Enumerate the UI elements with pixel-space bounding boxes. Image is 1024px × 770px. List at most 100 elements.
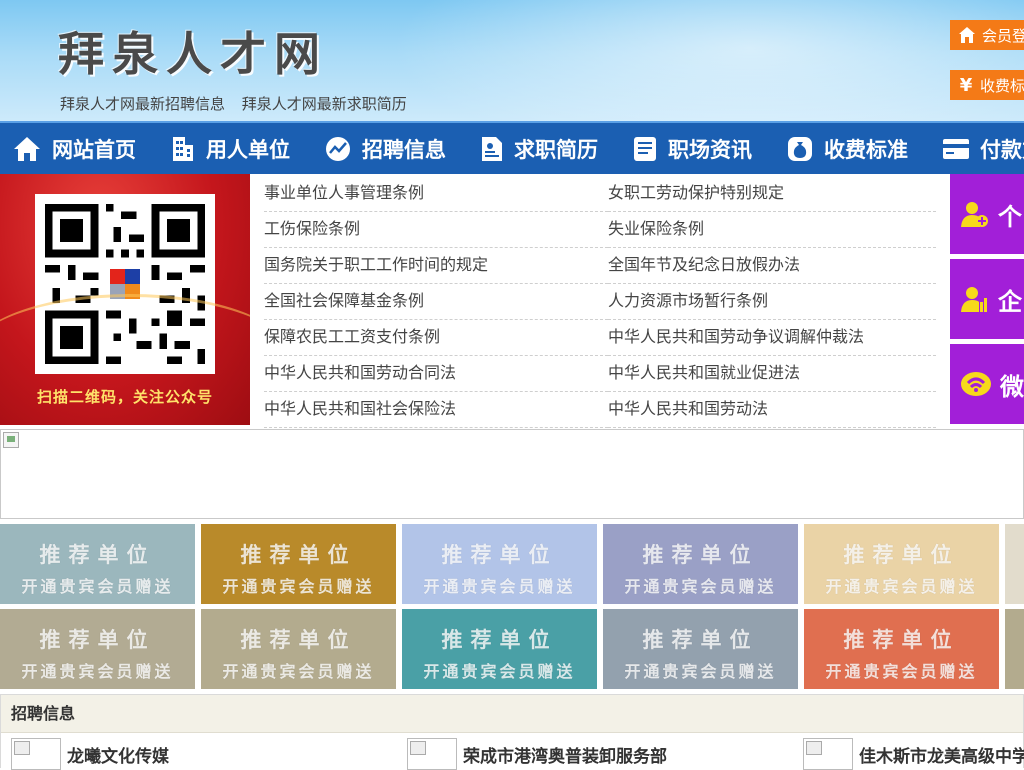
company-name: 龙曦文化传媒 xyxy=(67,746,169,767)
tile-title: 推荐单位 xyxy=(441,543,558,567)
nav-label: 网站首页 xyxy=(52,137,136,162)
home-icon xyxy=(958,26,976,44)
jobs-heading: 招聘信息 xyxy=(1,695,1023,733)
recommended-unit-tile[interactable]: 推荐单位开通贵宾会员赠送 xyxy=(603,524,798,604)
ad-banner[interactable] xyxy=(0,429,1024,519)
company-name: 佳木斯市龙美高级中学 xyxy=(859,746,1024,767)
company-name: 荣成市港湾奥普装卸服务部 xyxy=(463,746,667,767)
law-link[interactable]: 中华人民共和国劳动法 xyxy=(608,392,936,428)
recommended-unit-tile[interactable]: 推荐单位开通贵宾会员赠送 xyxy=(1005,524,1024,604)
recommended-unit-tile[interactable]: 推荐单位开通贵宾会员赠送 xyxy=(603,609,798,689)
law-link[interactable]: 中华人民共和国就业促进法 xyxy=(608,356,936,392)
law-list: 事业单位人事管理条例 女职工劳动保护特别规定 工伤保险条例 失业保险条例 国务院… xyxy=(264,176,936,428)
wechat-icon xyxy=(961,372,991,396)
side-button-label: 企 xyxy=(998,287,1022,316)
nav-label: 招聘信息 xyxy=(362,137,446,162)
company-logo xyxy=(803,738,853,770)
tile-title: 推荐单位 xyxy=(642,543,759,567)
qr-caption: 扫描二维码，关注公众号 xyxy=(36,388,213,406)
tile-title: 推荐单位 xyxy=(1005,539,1024,569)
tile-subtitle: 开通贵宾会员赠送 xyxy=(423,577,576,596)
personal-member-button[interactable]: 个 xyxy=(950,174,1024,254)
tile-subtitle: 开通贵宾会员赠送 xyxy=(1005,573,1024,597)
job-item[interactable]: 佳木斯市龙美高级中学 xyxy=(803,738,1024,770)
side-button-label: 微 xyxy=(1000,372,1024,401)
law-link[interactable]: 中华人民共和国劳动合同法 xyxy=(264,356,608,392)
member-login-button[interactable]: 会员登录 xyxy=(950,20,1024,50)
law-link[interactable]: 中华人民共和国社会保险法 xyxy=(264,392,608,428)
person-add-icon xyxy=(961,202,988,227)
law-link[interactable]: 国务院关于职工工作时间的规定 xyxy=(264,248,608,284)
nav-label: 用人单位 xyxy=(206,137,290,162)
recommended-unit-tile[interactable]: 推荐单位开通贵宾会员赠送 xyxy=(804,524,999,604)
nav-item-employers[interactable]: 用人单位 xyxy=(158,123,306,174)
recommended-unit-tile[interactable]: 推荐单位开通贵宾会员赠送 xyxy=(201,609,396,689)
site-header: 拜泉人才网 拜泉人才网最新招聘信息 拜泉人才网最新求职简历 会员登录 ¥ 收费标… xyxy=(0,0,1024,121)
tile-subtitle: 开通贵宾会员赠送 xyxy=(21,662,174,681)
nav-label: 收费标准 xyxy=(824,137,908,162)
tile-title: 推荐单位 xyxy=(843,543,960,567)
enterprise-icon xyxy=(961,287,987,312)
law-link[interactable]: 中华人民共和国劳动争议调解仲裁法 xyxy=(608,320,936,356)
recommended-unit-tile[interactable]: 推荐单位开通贵宾会员赠送 xyxy=(201,524,396,604)
law-link[interactable]: 女职工劳动保护特别规定 xyxy=(608,176,936,212)
tile-title: 推荐单位 xyxy=(843,628,960,652)
qr-panel: 扫描二维码，关注公众号 xyxy=(0,174,250,425)
nav-item-fees[interactable]: 收费标准 xyxy=(774,123,924,174)
tile-subtitle: 开通贵宾会员赠送 xyxy=(222,662,375,681)
enterprise-member-button[interactable]: 企 xyxy=(950,259,1024,339)
member-login-label: 会员登录 xyxy=(982,26,1024,45)
tile-title: 推荐单位 xyxy=(1005,624,1024,654)
main-band: 扫描二维码，关注公众号 事业单位人事管理条例 女职工劳动保护特别规定 工伤保险条… xyxy=(0,174,1024,430)
recommended-unit-tile[interactable]: 推荐单位开通贵宾会员赠送 xyxy=(1005,609,1024,689)
tile-title: 推荐单位 xyxy=(642,628,759,652)
tile-subtitle: 开通贵宾会员赠送 xyxy=(825,577,978,596)
recommended-unit-tile[interactable]: 推荐单位开通贵宾会员赠送 xyxy=(0,609,195,689)
law-link[interactable]: 全国社会保障基金条例 xyxy=(264,284,608,320)
money-bag-icon xyxy=(788,136,812,161)
nav-item-home[interactable]: 网站首页 xyxy=(0,123,152,174)
tile-title: 推荐单位 xyxy=(39,628,156,652)
nav-item-resumes[interactable]: 求职简历 xyxy=(468,123,614,174)
tile-subtitle: 开通贵宾会员赠送 xyxy=(21,577,174,596)
nav-label: 付款方式 xyxy=(980,137,1024,162)
law-link[interactable]: 保障农民工工资支付条例 xyxy=(264,320,608,356)
tile-title: 推荐单位 xyxy=(240,543,357,567)
tile-subtitle: 开通贵宾会员赠送 xyxy=(624,577,777,596)
resume-icon xyxy=(482,136,502,161)
latest-resumes-link[interactable]: 拜泉人才网最新求职简历 xyxy=(242,95,407,113)
law-link[interactable]: 事业单位人事管理条例 xyxy=(264,176,608,212)
qr-code xyxy=(35,194,215,374)
fee-standard-button[interactable]: ¥ 收费标准 xyxy=(950,70,1024,100)
broken-image-icon xyxy=(3,432,19,448)
tile-title: 推荐单位 xyxy=(39,543,156,567)
law-link[interactable]: 失业保险条例 xyxy=(608,212,936,248)
law-link[interactable]: 全国年节及纪念日放假办法 xyxy=(608,248,936,284)
news-icon xyxy=(634,136,656,161)
tile-subtitle: 开通贵宾会员赠送 xyxy=(222,577,375,596)
law-link[interactable]: 人力资源市场暂行条例 xyxy=(608,284,936,320)
wechat-button[interactable]: 微 xyxy=(950,344,1024,424)
recommended-unit-tile[interactable]: 推荐单位开通贵宾会员赠送 xyxy=(804,609,999,689)
latest-jobs-link[interactable]: 拜泉人才网最新招聘信息 xyxy=(60,95,225,113)
yuan-icon: ¥ xyxy=(959,74,973,96)
tile-subtitle: 开通贵宾会员赠送 xyxy=(423,662,576,681)
nav-label: 求职简历 xyxy=(514,137,598,162)
recommended-units-grid: 推荐单位 开通贵宾会员赠送 推荐单位 开通贵宾会员赠送 推荐单位 开通贵宾会员赠送 推荐单位… xyxy=(0,524,1024,689)
job-item[interactable]: 荣成市港湾奥普装卸服务部 xyxy=(407,738,667,770)
tile-title: 推荐单位 xyxy=(240,628,357,652)
law-link[interactable]: 工伤保险条例 xyxy=(264,212,608,248)
tile-subtitle: 开通贵宾会员赠送 xyxy=(825,662,978,681)
home-icon xyxy=(14,136,40,161)
recommended-unit-tile[interactable]: 推荐单位开通贵宾会员赠送 xyxy=(402,609,597,689)
header-links: 拜泉人才网最新招聘信息 拜泉人才网最新求职简历 xyxy=(60,93,419,114)
site-logo-title[interactable]: 拜泉人才网 xyxy=(58,18,328,84)
tile-subtitle: 开通贵宾会员赠送 xyxy=(624,662,777,681)
nav-label: 职场资讯 xyxy=(668,137,752,162)
recommended-unit-tile[interactable]: 推荐单位开通贵宾会员赠送 xyxy=(402,524,597,604)
nav-item-jobs[interactable]: 招聘信息 xyxy=(312,123,462,174)
job-item[interactable]: 龙曦文化传媒 xyxy=(11,738,169,770)
nav-item-news[interactable]: 职场资讯 xyxy=(620,123,768,174)
nav-item-payment[interactable]: 付款方式 xyxy=(930,123,1024,174)
recommended-unit-tile[interactable]: 推荐单位开通贵宾会员赠送 xyxy=(0,524,195,604)
